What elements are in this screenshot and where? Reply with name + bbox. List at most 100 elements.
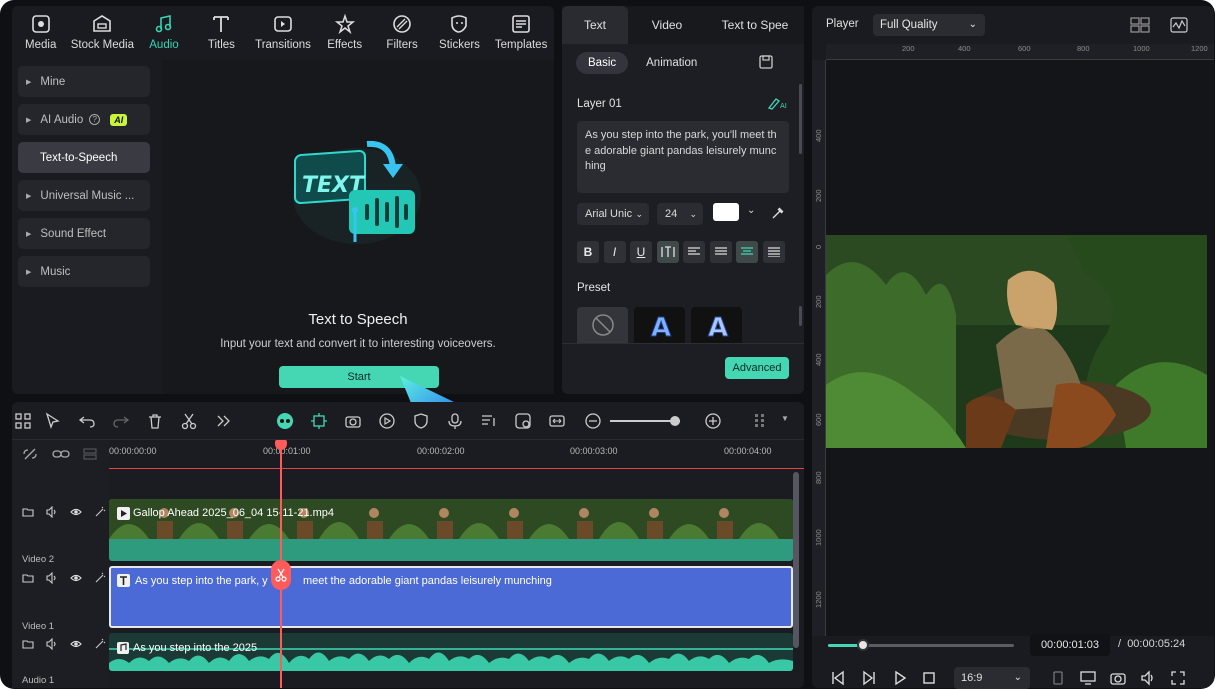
preset-style-1[interactable]: A <box>634 307 685 343</box>
snapshot-icon[interactable] <box>1110 670 1126 686</box>
magic-wand-icon[interactable] <box>94 572 106 584</box>
layout-icon[interactable] <box>14 412 32 430</box>
align-left-button[interactable] <box>683 241 705 263</box>
eye-icon[interactable] <box>70 572 82 584</box>
more-tools-icon[interactable] <box>214 412 232 430</box>
speaker-icon[interactable] <box>46 505 58 519</box>
fit-icon[interactable] <box>548 412 566 430</box>
seek-handle[interactable] <box>857 639 870 651</box>
font-select[interactable]: Arial Unic ⌄ <box>577 203 649 225</box>
subtab-basic[interactable]: Basic <box>576 52 629 74</box>
volume-icon[interactable] <box>1140 670 1156 686</box>
fullscreen-icon[interactable] <box>1170 670 1186 686</box>
font-size-select[interactable]: 24 ⌄ <box>657 203 703 225</box>
next-frame-icon[interactable] <box>861 670 877 686</box>
display-icon[interactable] <box>1080 670 1096 686</box>
auto-enhance-icon[interactable] <box>310 412 328 430</box>
nav-titles[interactable]: Titles <box>193 6 250 60</box>
folder-icon[interactable] <box>22 506 34 518</box>
sidebar-item-sound-effect[interactable]: ▶ Sound Effect <box>18 218 150 249</box>
align-justify-button[interactable] <box>709 241 732 263</box>
zoom-in-icon[interactable] <box>704 412 722 430</box>
zoom-slider-handle[interactable] <box>670 416 680 426</box>
scissors-icon[interactable] <box>180 412 198 430</box>
properties-scrollbar[interactable] <box>799 84 802 154</box>
tab-text-to-speech[interactable]: Text to Spee <box>706 6 804 44</box>
subtab-animation[interactable]: Animation <box>634 52 709 74</box>
eye-icon[interactable] <box>70 638 82 650</box>
nav-stickers[interactable]: Stickers <box>431 6 488 60</box>
underline-button[interactable]: U <box>630 241 652 263</box>
nav-transitions[interactable]: Transitions <box>250 6 316 60</box>
sidebar-item-music[interactable]: ▶ Music <box>18 256 150 287</box>
ai-mate-icon[interactable] <box>276 412 294 430</box>
select-tool-icon[interactable] <box>44 412 62 430</box>
grid-view-icon[interactable] <box>1130 17 1150 33</box>
timeline-ruler[interactable]: 00:00:00:00 00:00:01:00 00:00:02:00 00:0… <box>109 440 804 469</box>
ai-camera-icon[interactable] <box>344 412 362 430</box>
mark-icon[interactable] <box>1050 670 1066 686</box>
preset-style-2[interactable]: A <box>691 307 742 343</box>
align-right-button[interactable] <box>762 241 785 263</box>
audio-clip[interactable]: As you step into the 2025 <box>109 633 793 671</box>
nav-filters[interactable]: Filters <box>373 6 430 60</box>
microphone-icon[interactable] <box>446 412 464 430</box>
aspect-ratio-select[interactable]: 16:9 ⌄ <box>954 667 1030 689</box>
video-clip[interactable]: Gallop Ahead 2025_06_04 15-11-21.mp4 <box>109 499 793 561</box>
track-manager-icon[interactable] <box>82 446 98 462</box>
sidebar-item-mine[interactable]: ▶ Mine <box>18 66 150 97</box>
nav-effects[interactable]: Effects <box>316 6 373 60</box>
play-icon[interactable] <box>892 670 908 686</box>
nav-stock-media[interactable]: Stock Media <box>69 6 135 60</box>
speaker-icon[interactable] <box>46 571 58 585</box>
undo-icon[interactable] <box>78 412 96 430</box>
sidebar-item-universal-music[interactable]: ▶ Universal Music ... <box>18 180 150 211</box>
video-preview-frame[interactable] <box>826 235 1207 448</box>
unlink-icon[interactable] <box>22 446 38 462</box>
nav-templates[interactable]: Templates <box>488 6 554 60</box>
bold-button[interactable]: B <box>577 241 599 263</box>
nav-media[interactable]: Media <box>12 6 69 60</box>
text-content-input[interactable]: As you step into the park, you'll meet t… <box>577 121 789 193</box>
stop-icon[interactable] <box>921 670 937 686</box>
preset-none[interactable] <box>577 307 628 343</box>
italic-button[interactable]: I <box>603 241 626 263</box>
sidebar-item-ai-audio[interactable]: ▶ AI Audio? AI <box>18 104 150 135</box>
save-icon[interactable] <box>759 55 773 69</box>
tab-video[interactable]: Video <box>628 6 706 44</box>
magic-wand-icon[interactable] <box>94 638 106 650</box>
caret-down-icon[interactable]: ▼ <box>781 414 789 423</box>
current-time[interactable]: 00:00:01:03 <box>1030 634 1110 656</box>
eye-icon[interactable] <box>70 506 82 518</box>
folder-icon[interactable] <box>22 638 34 650</box>
shield-icon[interactable] <box>412 412 430 430</box>
tab-text[interactable]: Text <box>562 6 628 44</box>
letter-spacing-button[interactable] <box>656 241 679 263</box>
title-clip[interactable]: As you step into the park, y meet the ad… <box>109 566 793 628</box>
playback-seek-bar[interactable] <box>828 644 1014 647</box>
preset-scrollbar[interactable] <box>799 306 802 326</box>
speaker-icon[interactable] <box>46 637 58 651</box>
nav-audio[interactable]: Audio <box>135 6 192 60</box>
chevron-down-icon[interactable]: ⌄ <box>747 205 755 216</box>
timeline-scrollbar[interactable] <box>793 472 799 648</box>
folder-icon[interactable] <box>22 572 34 584</box>
text-to-speech-tool-icon[interactable] <box>480 412 498 430</box>
eyedropper-icon[interactable] <box>771 206 785 220</box>
split-marker[interactable] <box>271 560 291 590</box>
prev-frame-icon[interactable] <box>830 670 846 686</box>
color-swatch[interactable] <box>713 203 739 221</box>
redo-icon[interactable] <box>112 412 130 430</box>
help-icon[interactable]: ? <box>89 114 101 125</box>
ai-edit-icon[interactable]: AI <box>767 96 789 110</box>
quality-select[interactable]: Full Quality ⌄ <box>873 14 985 36</box>
sticker-tool-icon[interactable] <box>514 412 532 430</box>
magic-wand-icon[interactable] <box>94 506 106 518</box>
advanced-button[interactable]: Advanced <box>725 357 789 379</box>
align-center-button[interactable] <box>736 241 758 263</box>
zoom-out-icon[interactable] <box>584 412 602 430</box>
speed-icon[interactable] <box>378 412 396 430</box>
sidebar-item-text-to-speech[interactable]: Text-to-Speech <box>18 142 150 173</box>
timeline-settings-icon[interactable] <box>752 412 770 430</box>
link-icon[interactable] <box>52 446 70 462</box>
